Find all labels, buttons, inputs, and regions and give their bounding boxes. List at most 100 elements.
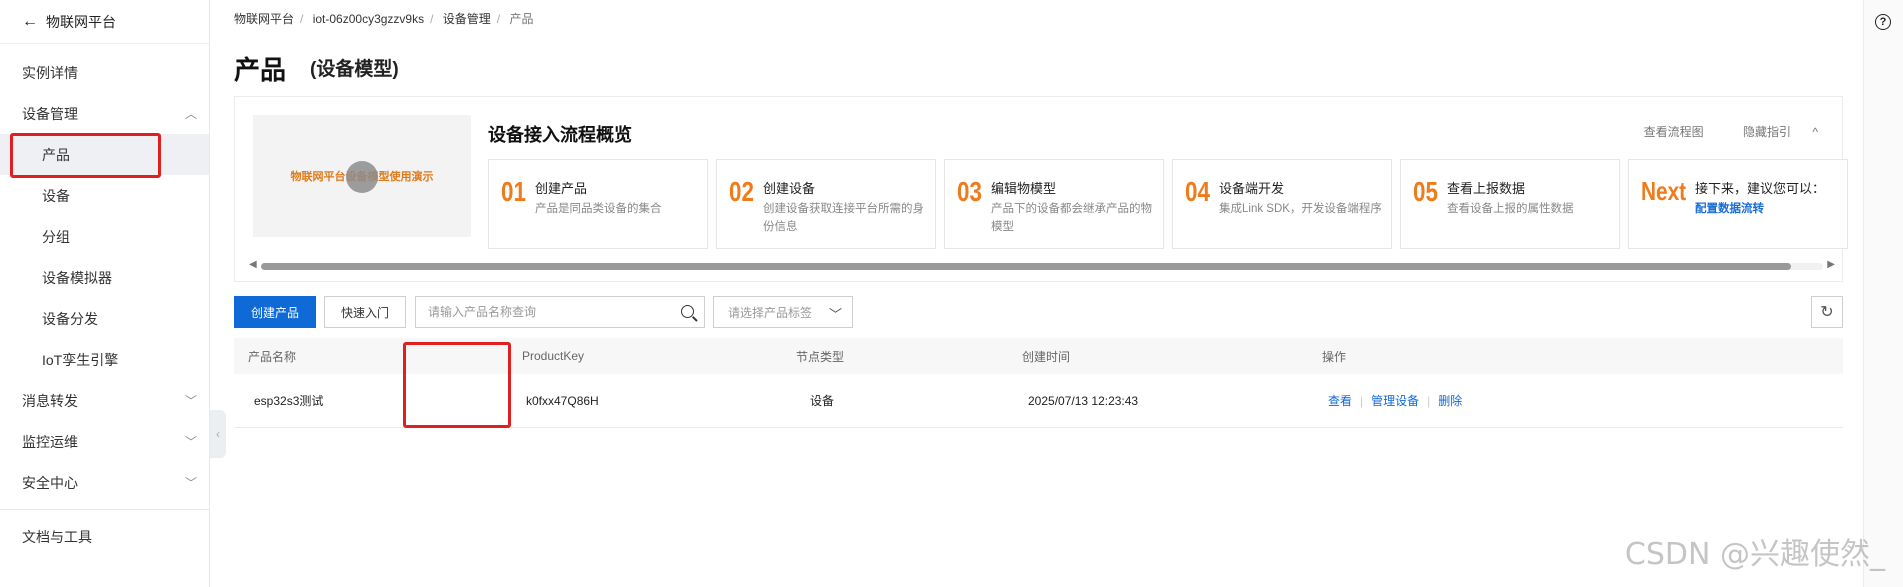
create-product-button[interactable]: 创建产品: [234, 296, 316, 328]
column-header: ProductKey: [522, 349, 585, 363]
onboarding-guide: 物联网平台设备模型使用演示 设备接入流程概览 查看流程图 隐藏指引 ^ 01 创…: [234, 96, 1848, 282]
manage-devices-link[interactable]: 管理设备: [1371, 392, 1419, 409]
sidebar-item-label: 安全中心: [22, 474, 78, 491]
breadcrumb-item[interactable]: 物联网平台: [234, 12, 294, 26]
delete-link[interactable]: 删除: [1438, 392, 1462, 409]
step-desc: 产品是同品类设备的集合: [535, 203, 662, 215]
divider: [0, 509, 209, 510]
sidebar-item-label: IoT孪生引擎: [42, 351, 119, 368]
breadcrumb-item[interactable]: 设备管理: [443, 12, 491, 26]
guide-steps: 01 创建产品 产品是同品类设备的集合 02 创建设备 创建设备获取连接平台所需…: [488, 159, 1848, 249]
sidebar-item-group[interactable]: 分组: [0, 216, 209, 257]
platform-label: 物联网平台: [46, 13, 116, 30]
node-type: 设备: [810, 394, 835, 408]
back-to-platform[interactable]: ← 物联网平台: [0, 0, 209, 44]
view-flowchart-link[interactable]: 查看流程图: [1644, 125, 1704, 139]
sidebar: ← 物联网平台 实例详情 设备管理 ︿ 产品 设备 分组 设备模拟器 设备分发 I…: [0, 0, 210, 587]
main-content: 物联网平台 / iot-06z00cy3gzzv9ks / 设备管理 / 产品 产品 …: [230, 0, 1860, 587]
configure-data-flow-link[interactable]: 配置数据流转: [1695, 200, 1860, 218]
step-title: 编辑物模型: [991, 181, 1057, 196]
column-header: 创建时间: [1022, 349, 1071, 364]
sidebar-item-label: 监控运维: [22, 433, 78, 450]
sidebar-item-message-forwarding[interactable]: 消息转发 ﹀: [0, 380, 209, 421]
guide-step[interactable]: 02 创建设备 创建设备获取连接平台所需的身份信息: [716, 159, 936, 249]
select-placeholder: 请选择产品标签: [728, 305, 813, 320]
sidebar-item-docs-tools[interactable]: 文档与工具: [0, 516, 209, 557]
page-title: 产品: [234, 55, 287, 85]
arrow-left-icon: ←: [22, 12, 38, 30]
step-title: 创建设备: [763, 181, 816, 196]
search-input[interactable]: [416, 297, 666, 327]
sidebar-item-label: 分组: [42, 228, 70, 245]
product-key: k0fxx47Q86H: [526, 393, 599, 408]
sidebar-item-monitoring-ops[interactable]: 监控运维 ﹀: [0, 421, 209, 462]
guide-step[interactable]: 01 创建产品 产品是同品类设备的集合: [488, 159, 708, 249]
sidebar-item-label: 实例详情: [22, 64, 78, 81]
chevron-down-icon: ﹀: [828, 307, 842, 322]
sidebar-item-device-distribution[interactable]: 设备分发: [0, 298, 209, 339]
refresh-button[interactable]: ↻: [1811, 296, 1843, 328]
guide-step[interactable]: 03 编辑物模型 产品下的设备都会继承产品的物模型: [944, 159, 1164, 249]
chevron-up-icon: ︿: [184, 107, 197, 121]
page-subtitle: (设备模型): [310, 59, 399, 80]
chevron-down-icon: ﹀: [184, 435, 197, 449]
hide-guide-link[interactable]: 隐藏指引 ^: [1725, 125, 1818, 139]
sidebar-item-device[interactable]: 设备: [0, 175, 209, 216]
guide-step[interactable]: 05 查看上报数据 查看设备上报的属性数据: [1400, 159, 1620, 249]
sidebar-item-device-simulator[interactable]: 设备模拟器: [0, 257, 209, 298]
sidebar-item-instance-details[interactable]: 实例详情: [0, 52, 209, 93]
step-title: 接下来，建议您可以：: [1695, 181, 1826, 196]
sidebar-item-iot-twin-engine[interactable]: IoT孪生引擎: [0, 339, 209, 380]
sidebar-item-label: 设备管理: [22, 105, 78, 122]
product-search: [415, 296, 705, 328]
sidebar-item-device-management[interactable]: 设备管理 ︿: [0, 93, 209, 134]
play-icon[interactable]: [346, 161, 378, 193]
guide-step-next: Next 接下来，建议您可以： 配置数据流转: [1628, 159, 1848, 249]
step-number: 04: [1185, 176, 1210, 207]
sidebar-item-label: 设备模拟器: [42, 269, 112, 286]
view-link[interactable]: 查看: [1328, 392, 1352, 409]
scroll-left-icon[interactable]: ◀: [249, 259, 257, 270]
step-title: 查看上报数据: [1447, 181, 1526, 196]
step-number: 02: [729, 176, 754, 207]
step-desc: 产品下的设备都会继承产品的物模型: [991, 203, 1152, 233]
guide-step[interactable]: 04 设备端开发 集成Link SDK，开发设备端程序: [1172, 159, 1392, 249]
column-header: 操作: [1322, 349, 1347, 364]
refresh-icon: ↻: [1820, 304, 1834, 321]
quick-start-button[interactable]: 快速入门: [324, 296, 406, 328]
step-desc: 查看设备上报的属性数据: [1447, 203, 1574, 215]
right-panel-strip: ?: [1863, 0, 1903, 587]
scroll-right-icon[interactable]: ▶: [1827, 259, 1835, 270]
search-icon[interactable]: [681, 305, 694, 318]
breadcrumb-item-current: 产品: [509, 12, 534, 26]
guide-links: 查看流程图 隐藏指引 ^: [1626, 123, 1818, 140]
chevron-down-icon: ﹀: [184, 476, 197, 490]
chevron-up-icon: ^: [1812, 125, 1818, 139]
product-highlight-box: [10, 133, 161, 178]
step-number: Next: [1641, 176, 1687, 206]
watermark: CSDN @兴趣使然_: [1624, 537, 1885, 572]
created-time: 2025/07/13 12:23:43: [1028, 393, 1139, 408]
sidebar-collapse-handle[interactable]: ‹: [210, 410, 226, 458]
help-icon[interactable]: ?: [1875, 14, 1891, 30]
demo-video-thumbnail[interactable]: 物联网平台设备模型使用演示: [253, 115, 471, 237]
step-desc: 集成Link SDK，开发设备端程序: [1219, 203, 1382, 215]
step-number: 03: [957, 176, 982, 207]
productkey-highlight-box: [403, 342, 511, 428]
guide-scrollbar[interactable]: ◀ ▶: [249, 259, 1835, 271]
column-header: 产品名称: [248, 349, 297, 364]
breadcrumb-item[interactable]: iot-06z00cy3gzzv9ks: [313, 12, 424, 26]
step-number: 01: [501, 176, 526, 207]
guide-title: 设备接入流程概览: [488, 125, 632, 145]
sidebar-item-security-center[interactable]: 安全中心 ﹀: [0, 462, 209, 503]
step-desc: 创建设备获取连接平台所需的身份信息: [763, 203, 924, 233]
chevron-down-icon: ﹀: [184, 394, 197, 408]
scrollbar-thumb[interactable]: [261, 263, 1791, 270]
product-name: esp32s3测试: [254, 394, 324, 408]
sidebar-item-label: 设备: [42, 187, 70, 204]
row-actions: 查看 | 管理设备 | 删除: [1328, 392, 1463, 409]
product-tag-select[interactable]: 请选择产品标签 ﹀: [713, 296, 853, 328]
sidebar-item-label: 消息转发: [22, 392, 78, 409]
sidebar-item-label: 设备分发: [42, 310, 98, 327]
step-title: 设备端开发: [1219, 181, 1285, 196]
